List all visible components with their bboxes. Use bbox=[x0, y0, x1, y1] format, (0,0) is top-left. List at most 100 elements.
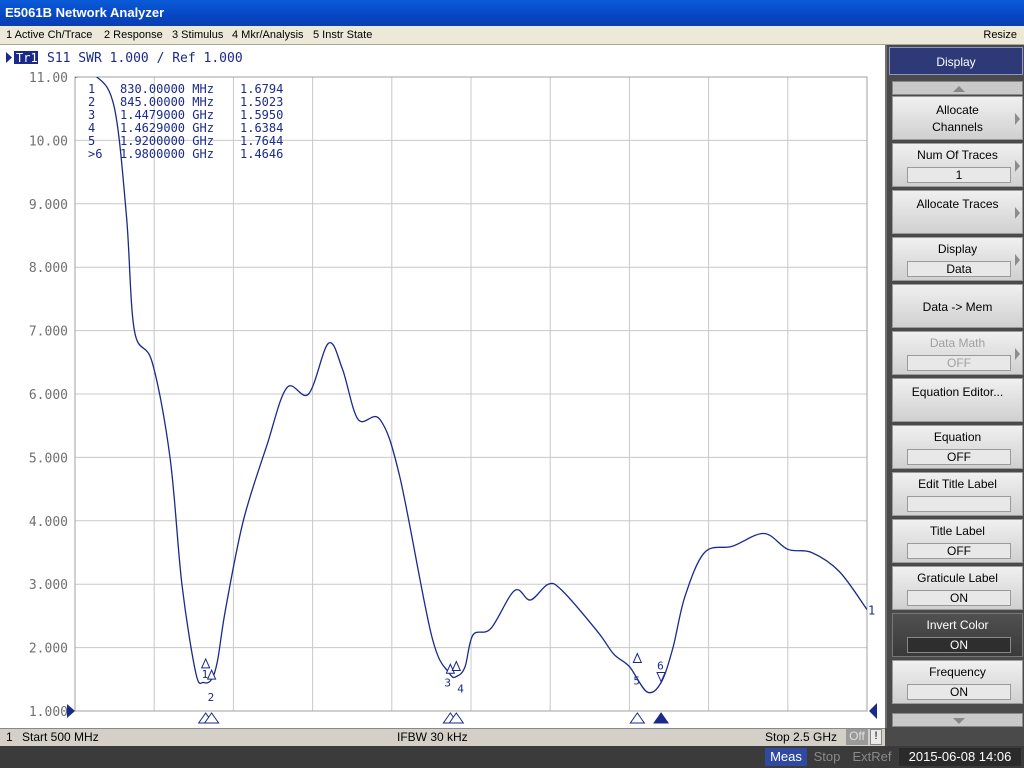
submenu-arrow-icon bbox=[1015, 160, 1020, 172]
marker-table-value: 1.5950 bbox=[240, 108, 283, 122]
menu-bar: 1 Active Ch/Trace 2 Response 3 Stimulus … bbox=[0, 26, 1024, 45]
softkey-label: Allocate Traces bbox=[916, 197, 999, 211]
stimulus-marker-5[interactable] bbox=[629, 712, 646, 724]
softkey-value: OFF bbox=[907, 543, 1011, 559]
softkey-label: Equation Editor... bbox=[911, 385, 1004, 399]
marker-label: 3 bbox=[444, 676, 451, 689]
softkey-value: ON bbox=[907, 684, 1011, 700]
marker-label: 6 bbox=[657, 660, 664, 673]
marker-table-id: 3 bbox=[88, 108, 95, 122]
active-trace-icon bbox=[6, 52, 12, 63]
menu-stimulus[interactable]: 3 Stimulus bbox=[172, 29, 223, 41]
softkey-value: OFF bbox=[907, 449, 1011, 465]
status-bar: 1 Start 500 MHz IFBW 30 kHz Stop 2.5 GHz… bbox=[0, 728, 885, 746]
marker-table-id: >6 bbox=[88, 147, 102, 161]
softkey-invert-color[interactable]: Invert Color ON bbox=[892, 613, 1023, 657]
softkey-label: Edit Title Label bbox=[918, 477, 997, 491]
status-start[interactable]: Start 500 MHz bbox=[22, 730, 99, 744]
swr-chart: 1.000 2.000 3.000 4.000 5.000 6.000 7.000 8.000… bbox=[6, 51, 877, 724]
softkey-frequency[interactable]: Frequency ON bbox=[892, 660, 1023, 704]
menu-instr-state[interactable]: 5 Instr State bbox=[313, 29, 372, 41]
marker-table-value: 1.4646 bbox=[240, 147, 283, 161]
marker-5[interactable] bbox=[632, 652, 643, 664]
softkey-panel: Display Allocate Channels Num Of Traces 1 A… bbox=[885, 45, 1024, 728]
marker-table-id: 2 bbox=[88, 95, 95, 109]
submenu-arrow-icon bbox=[1015, 348, 1020, 360]
stimulus-marker-6[interactable] bbox=[653, 712, 670, 724]
bottom-bar: Meas Stop ExtRef 2015-06-08 14:06 bbox=[0, 746, 1024, 768]
marker-1[interactable] bbox=[200, 657, 211, 669]
y-tick-label: 1.000 bbox=[29, 705, 68, 720]
softkey-header: Display bbox=[889, 47, 1023, 75]
status-warning-icon: ! bbox=[870, 729, 882, 745]
resize-button[interactable]: Resize bbox=[983, 29, 1017, 41]
ref-level-right-icon bbox=[869, 703, 877, 719]
softkey-equation-editor[interactable]: Equation Editor... bbox=[892, 378, 1023, 422]
softkey-value: OFF bbox=[907, 355, 1011, 371]
marker-table-id: 4 bbox=[88, 121, 95, 135]
marker-table-freq: 1.9800000 GHz bbox=[120, 147, 214, 161]
y-tick-label: 7.000 bbox=[29, 325, 68, 340]
softkey-title-label[interactable]: Title Label OFF bbox=[892, 519, 1023, 563]
softkey-value: ON bbox=[907, 590, 1011, 606]
softkey-edit-title-label[interactable]: Edit Title Label bbox=[892, 472, 1023, 516]
softkey-value: ON bbox=[907, 637, 1011, 653]
softkey-label: Frequency bbox=[929, 665, 986, 679]
softkey-num-of-traces[interactable]: Num Of Traces 1 bbox=[892, 143, 1023, 187]
plot-area[interactable]: 1.000 2.000 3.000 4.000 5.000 6.000 7.000 8.000… bbox=[0, 45, 885, 728]
softkey-label: Data -> Mem bbox=[922, 300, 993, 314]
softkey-allocate-traces[interactable]: Allocate Traces bbox=[892, 190, 1023, 234]
softkey-allocate-channels[interactable]: Allocate Channels bbox=[892, 96, 1023, 140]
softkey-label: Data Math bbox=[929, 336, 986, 350]
status-stop[interactable]: Stop 2.5 GHz bbox=[765, 730, 837, 744]
marker-table-id: 5 bbox=[88, 134, 95, 148]
softkey-scroll-down[interactable] bbox=[892, 713, 1023, 727]
marker-table-freq: 1.4479000 GHz bbox=[120, 108, 214, 122]
menu-response[interactable]: 2 Response bbox=[104, 29, 163, 41]
marker-table-freq: 1.9200000 GHz bbox=[120, 134, 214, 148]
window-title: E5061B Network Analyzer bbox=[5, 5, 165, 20]
status-off-badge: Off bbox=[846, 729, 868, 745]
menu-mkr-analysis[interactable]: 4 Mkr/Analysis bbox=[232, 29, 304, 41]
trace-end-label: 1 bbox=[868, 604, 875, 618]
marker-table-freq: 830.00000 MHz bbox=[120, 82, 214, 96]
softkey-display[interactable]: Display Data bbox=[892, 237, 1023, 281]
marker-table-id: 1 bbox=[88, 82, 95, 96]
stop-indicator: Stop bbox=[813, 749, 841, 764]
marker-table-value: 1.5023 bbox=[240, 95, 283, 109]
ref-level-left-icon bbox=[67, 704, 75, 718]
softkey-data-math: Data Math OFF bbox=[892, 331, 1023, 375]
window-title-bar: E5061B Network Analyzer bbox=[0, 0, 1024, 26]
status-channel: 1 bbox=[6, 730, 13, 744]
marker-table-freq: 1.4629000 GHz bbox=[120, 121, 214, 135]
softkey-value: Data bbox=[907, 261, 1011, 277]
submenu-arrow-icon bbox=[1015, 113, 1020, 125]
y-tick-label: 5.000 bbox=[29, 451, 68, 466]
status-ifbw[interactable]: IFBW 30 kHz bbox=[397, 730, 468, 744]
y-tick-label: 3.000 bbox=[29, 578, 68, 593]
softkey-label: Title Label bbox=[930, 524, 985, 538]
marker-4[interactable] bbox=[451, 660, 462, 672]
y-tick-label: 8.000 bbox=[29, 261, 68, 276]
submenu-arrow-icon bbox=[1015, 207, 1020, 219]
softkey-scroll-up[interactable] bbox=[892, 81, 1023, 95]
softkey-graticule-label[interactable]: Graticule Label ON bbox=[892, 566, 1023, 610]
marker-table-value: 1.7644 bbox=[240, 134, 283, 148]
submenu-arrow-icon bbox=[1015, 254, 1020, 266]
softkey-label: Graticule Label bbox=[917, 571, 998, 585]
y-tick-label: 6.000 bbox=[29, 388, 68, 403]
softkey-value: 1 bbox=[907, 167, 1011, 183]
scroll-down-icon bbox=[953, 718, 965, 724]
softkey-label: Num Of Traces bbox=[917, 148, 998, 162]
menu-active-ch-trace[interactable]: 1 Active Ch/Trace bbox=[6, 29, 92, 41]
marker-table-value: 1.6384 bbox=[240, 121, 283, 135]
extref-indicator: ExtRef bbox=[852, 749, 892, 764]
softkey-equation[interactable]: Equation OFF bbox=[892, 425, 1023, 469]
y-tick-label: 10.00 bbox=[29, 134, 68, 149]
softkey-label: Allocate Channels bbox=[932, 103, 983, 134]
y-tick-label: 4.000 bbox=[29, 515, 68, 530]
marker-table-freq: 845.00000 MHz bbox=[120, 95, 214, 109]
marker-table-value: 1.6794 bbox=[240, 82, 283, 96]
softkey-label: Invert Color bbox=[926, 618, 989, 632]
softkey-data-mem[interactable]: Data -> Mem bbox=[892, 284, 1023, 328]
